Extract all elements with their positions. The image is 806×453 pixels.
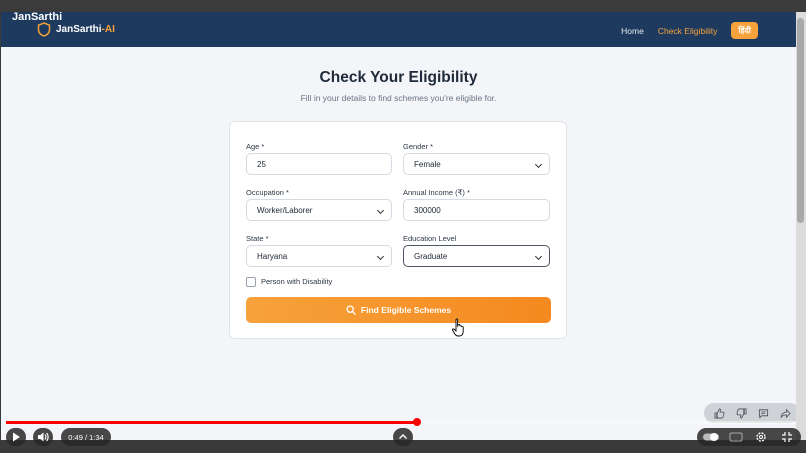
gender-label: Gender * [403, 142, 434, 151]
nav-home-link[interactable]: Home [621, 26, 644, 36]
find-schemes-label: Find Eligible Schemes [360, 305, 452, 315]
page-title: Check Your Eligibility [319, 69, 478, 86]
state-label: State * [246, 234, 269, 243]
play-icon [13, 432, 20, 442]
site-header: JanSarthi-AI Home Check Eligibility हिंद… [1, 12, 796, 47]
income-input[interactable]: 300000 [403, 199, 550, 221]
logo-text: JanSarthi-AI [56, 24, 115, 35]
chevron-up-icon [399, 434, 407, 439]
age-input[interactable]: 25 [246, 153, 392, 175]
scrollbar-thumb[interactable] [797, 18, 804, 223]
like-icon[interactable] [713, 407, 725, 419]
share-icon[interactable] [779, 407, 791, 419]
education-select[interactable]: Graduate [403, 245, 550, 267]
time-display: 0:49 / 1:34 [61, 428, 111, 446]
hand-cursor-icon [451, 318, 464, 337]
video-viewport[interactable]: JanSarthi-AI Home Check Eligibility हिंद… [1, 12, 796, 440]
find-schemes-button[interactable]: Find Eligible Schemes [246, 297, 551, 323]
gear-icon[interactable] [751, 428, 771, 446]
shield-icon [37, 22, 51, 37]
search-icon [346, 305, 356, 315]
player-top-strip [0, 0, 806, 12]
gender-select[interactable]: Female [403, 153, 550, 175]
volume-icon [38, 432, 49, 442]
comment-icon[interactable] [757, 407, 769, 419]
occupation-select[interactable]: Worker/Laborer [246, 199, 392, 221]
disability-checkbox-label[interactable]: Person with Disability [261, 277, 332, 286]
exit-fullscreen-icon[interactable] [777, 428, 797, 446]
right-controls [697, 428, 801, 446]
video-player: JanSarthi-AI Home Check Eligibility हिंद… [0, 0, 806, 453]
eligibility-form-card: Age * 25 Gender * Female Occupation * Wo… [229, 121, 567, 339]
site-logo[interactable]: JanSarthi-AI [37, 22, 115, 37]
dislike-icon[interactable] [735, 407, 747, 419]
volume-button[interactable] [33, 428, 53, 446]
progress-bar-played [6, 421, 417, 424]
age-label: Age * [246, 142, 265, 151]
occupation-label: Occupation * [246, 188, 289, 197]
play-button[interactable] [6, 428, 26, 446]
subtitles-icon[interactable] [726, 428, 746, 446]
state-select[interactable]: Haryana [246, 245, 392, 267]
progress-scrubber[interactable] [412, 418, 421, 426]
language-toggle-button[interactable]: हिंदी [731, 22, 758, 39]
video-title: JanSarthi [12, 11, 63, 23]
expand-button[interactable] [393, 428, 413, 446]
income-label: Annual Income (₹) * [403, 188, 470, 197]
autoplay-toggle-icon[interactable] [701, 428, 721, 446]
site-nav: Home Check Eligibility हिंदी [621, 22, 758, 39]
video-actions-bar [704, 403, 796, 423]
education-label: Education Level [403, 234, 457, 243]
disability-checkbox[interactable] [246, 277, 256, 287]
page-subtitle: Fill in your details to find schemes you… [300, 93, 497, 103]
nav-check-eligibility-link[interactable]: Check Eligibility [658, 26, 718, 36]
